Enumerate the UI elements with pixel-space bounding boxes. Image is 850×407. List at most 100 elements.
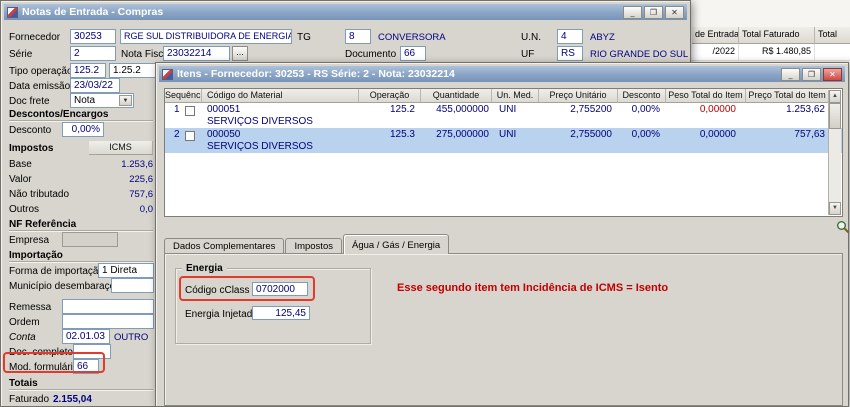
bg-cell-total-faturado: R$ 1.480,85 <box>739 44 815 61</box>
section-divider <box>9 120 153 121</box>
faturado-value: 2.155,04 <box>53 394 92 405</box>
cell-codigo: 000050 SERVIÇOS DIVERSOS <box>202 128 359 153</box>
section-nf-referencia: NF Referência <box>9 219 77 230</box>
minimize-button[interactable]: _ <box>623 5 642 19</box>
close-button[interactable]: ✕ <box>823 67 842 81</box>
doc-frete-combo[interactable]: Nota ▼ <box>70 93 134 108</box>
energia-group-title: Energia <box>182 263 227 274</box>
bg-cell-total <box>815 44 850 61</box>
browse-button[interactable]: ... <box>232 46 248 61</box>
fornecedor-code-field[interactable]: 30253 <box>70 29 116 44</box>
empresa-field[interactable] <box>62 232 118 247</box>
codigo-cclass-field[interactable]: 0702000 <box>252 282 308 296</box>
doc-completo-label: Doc. completo <box>9 347 73 358</box>
cell-un-med: UNI <box>499 129 517 140</box>
impostos-valor-label: Valor <box>9 174 32 185</box>
cell-operacao: 125.3 <box>389 129 415 140</box>
zoom-icon[interactable] <box>836 220 850 234</box>
ordem-field[interactable] <box>62 314 154 329</box>
column-header-operacao[interactable]: Operação <box>359 89 421 103</box>
data-emissao-field[interactable]: 23/03/22 <box>70 78 120 93</box>
mod-formulario-field[interactable]: 66 <box>73 359 99 374</box>
column-header-preco-unitario[interactable]: Preço Unitário <box>539 89 618 103</box>
tg-field[interactable]: 8 <box>345 29 371 44</box>
conta-field[interactable]: 02.01.03 <box>62 329 110 344</box>
scroll-up-button[interactable]: ▲ <box>829 90 841 103</box>
items-window: Itens - Fornecedor: 30253 - RS Série: 2 … <box>155 62 850 407</box>
app-icon <box>162 68 173 80</box>
tipo-operacao-combo-value: 1.25.2 <box>113 65 141 76</box>
section-impostos: Impostos <box>9 143 54 154</box>
column-header-desconto[interactable]: Desconto <box>618 89 666 103</box>
grid-vertical-scrollbar[interactable]: ▲ ▼ <box>828 90 841 215</box>
bg-grid-row[interactable]: /2022 R$ 1.480,85 <box>692 44 850 61</box>
cell-desconto: 0,00% <box>631 104 660 115</box>
forma-importacao-field[interactable]: 1 Direta <box>98 263 154 278</box>
tipo-operacao-field[interactable]: 125.2 <box>70 63 106 78</box>
column-header-peso-total[interactable]: Peso Total do Item <box>666 89 746 103</box>
bg-cell-data-entrada: /2022 <box>692 44 739 61</box>
conta-label: Conta <box>9 332 36 343</box>
energia-injetada-label: Energia Injetada <box>185 309 258 320</box>
serie-field[interactable]: 2 <box>70 46 116 61</box>
column-header-sequencia[interactable]: Sequência <box>165 89 202 103</box>
documento-field[interactable]: 66 <box>400 46 426 61</box>
tab-label: Água / Gás / Energia <box>351 240 441 251</box>
uf-description: RIO GRANDE DO SUL <box>590 49 689 60</box>
tg-description: CONVERSORA <box>378 32 446 43</box>
tab-label: Impostos <box>294 241 333 252</box>
cell-preco-unitario: 2,755000 <box>570 129 612 140</box>
fornecedor-name-field[interactable]: RGE SUL DISTRIBUIDORA DE ENERGIA S.A. <box>120 29 292 44</box>
item-row-1[interactable]: 1 000051 SERVIÇOS DIVERSOS 125.2 455,000… <box>165 103 842 128</box>
nota-fiscal-field[interactable]: 23032214 <box>163 46 230 61</box>
item-row-2[interactable]: 2 000050 SERVIÇOS DIVERSOS 125.3 275,000… <box>165 128 842 153</box>
tab-label: Dados Complementares <box>173 241 276 252</box>
tab-dados-complementares[interactable]: Dados Complementares <box>164 238 285 254</box>
tab-content-panel: Energia Código cClass 0702000 Energia In… <box>164 253 843 406</box>
close-button[interactable]: ✕ <box>665 5 684 19</box>
impostos-outros-label: Outros <box>9 204 40 215</box>
row-checkbox[interactable] <box>185 131 195 141</box>
row-checkbox[interactable] <box>185 106 195 116</box>
column-header-quantidade[interactable]: Quantidade <box>421 89 492 103</box>
bg-column-header-total: Total <box>815 27 850 44</box>
items-window-titlebar[interactable]: Itens - Fornecedor: 30253 - RS Série: 2 … <box>159 66 845 82</box>
scroll-down-button[interactable]: ▼ <box>829 202 841 215</box>
main-window-titlebar[interactable]: Notas de Entrada - Compras _ ❐ ✕ <box>4 4 687 20</box>
municipio-desembaraco-field[interactable] <box>111 278 154 293</box>
cell-operacao: 125.2 <box>389 104 415 115</box>
section-divider <box>9 389 153 390</box>
remessa-field[interactable] <box>62 299 154 314</box>
column-header-un-med[interactable]: Un. Med. <box>492 89 539 103</box>
maximize-button[interactable]: ❐ <box>802 67 821 81</box>
un-field[interactable]: 4 <box>557 29 583 44</box>
ordem-label: Ordem <box>9 317 40 328</box>
doc-frete-combo-value: Nota <box>74 95 96 106</box>
tab-impostos[interactable]: Impostos <box>285 238 342 254</box>
section-importacao: Importação <box>9 250 63 261</box>
bg-column-header-entrada: de Entrada <box>692 27 739 44</box>
un-label: U.N. <box>521 32 541 43</box>
forma-importacao-label: Forma de importação <box>9 266 105 277</box>
column-header-preco-total[interactable]: Preço Total do Item <box>746 89 828 103</box>
cell-preco-unitario: 2,755200 <box>570 104 612 115</box>
impostos-nao-tributado-label: Não tributado <box>9 189 70 200</box>
tab-agua-gas-energia[interactable]: Água / Gás / Energia <box>342 234 450 254</box>
section-divider <box>9 230 153 231</box>
icms-column-header: ICMS <box>89 141 153 155</box>
empresa-label: Empresa <box>9 235 50 246</box>
chevron-down-icon[interactable]: ▼ <box>119 95 132 106</box>
item-codigo: 000050 <box>207 129 241 140</box>
column-header-codigo[interactable]: Código do Material <box>202 89 359 103</box>
faturado-label: Faturado <box>9 394 50 405</box>
uf-field[interactable]: RS <box>557 46 583 61</box>
maximize-button[interactable]: ❐ <box>644 5 663 19</box>
scrollbar-thumb[interactable] <box>829 103 841 129</box>
minimize-button[interactable]: _ <box>781 67 800 81</box>
desconto-field[interactable]: 0,00% <box>62 122 104 137</box>
tipo-operacao-label: Tipo operação <box>9 66 73 77</box>
energia-injetada-field[interactable]: 125,45 <box>252 306 310 320</box>
documento-label: Documento <box>345 49 397 60</box>
doc-completo-field[interactable] <box>73 344 111 359</box>
bg-column-header-total-faturado: Total Faturado <box>739 27 815 44</box>
